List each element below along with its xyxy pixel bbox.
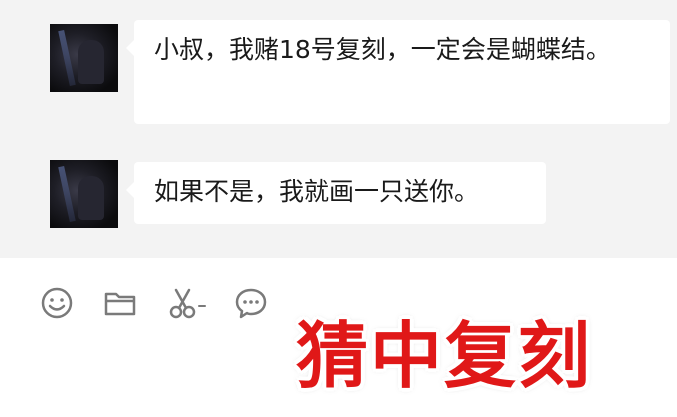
message-text: 如果不是，我就画一只送你。 bbox=[154, 177, 480, 206]
video-caption: 猜中复刻 bbox=[296, 314, 593, 398]
message-bubble[interactable]: 如果不是，我就画一只送你。 bbox=[126, 162, 546, 224]
folder-icon[interactable] bbox=[103, 286, 137, 320]
avatar[interactable] bbox=[50, 160, 118, 228]
message-text: 小叔，我赌18号复刻，一定会是蝴蝶结。 bbox=[154, 35, 611, 64]
scissors-icon[interactable] bbox=[168, 286, 206, 320]
chat-history: 小叔，我赌18号复刻，一定会是蝴蝶结。 如果不是，我就画一只送你。 bbox=[0, 0, 677, 258]
message-bubble[interactable]: 小叔，我赌18号复刻，一定会是蝴蝶结。 bbox=[126, 20, 670, 124]
avatar[interactable] bbox=[50, 24, 118, 92]
chat-bubble-icon[interactable] bbox=[234, 286, 268, 320]
emoji-icon[interactable] bbox=[40, 286, 74, 320]
